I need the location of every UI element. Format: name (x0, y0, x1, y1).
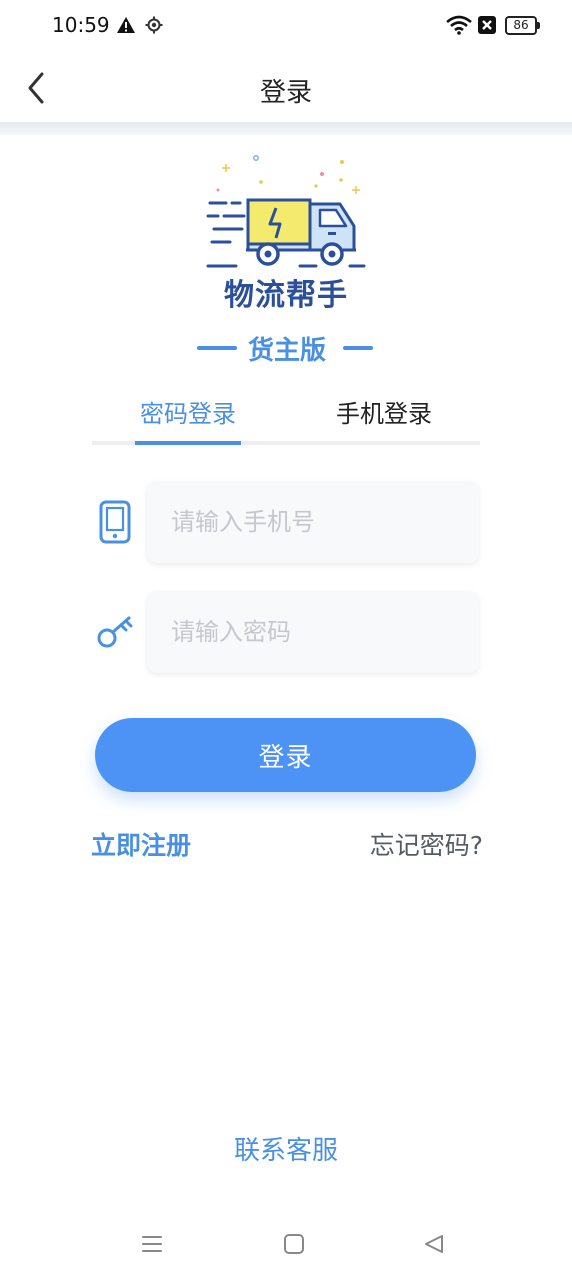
register-link[interactable]: 立即注册 (91, 826, 191, 862)
login-tabs: 密码登录 手机登录 (92, 388, 480, 446)
header-divider (0, 122, 572, 135)
back-icon[interactable] (422, 1232, 446, 1260)
status-time: 10:59 (52, 13, 110, 37)
edition-label: 货主版 (247, 336, 326, 366)
edition-dash-left (197, 346, 237, 350)
key-icon (96, 614, 136, 654)
phone-field[interactable] (147, 481, 479, 563)
home-icon[interactable] (282, 1232, 306, 1260)
battery-icon: 86 (505, 16, 541, 35)
edition-dash-right (343, 346, 373, 350)
login-button[interactable]: 登录 (95, 718, 476, 792)
menu-icon[interactable] (140, 1232, 164, 1260)
battery-level: 86 (513, 18, 529, 32)
password-field[interactable] (147, 591, 479, 673)
forgot-password-link[interactable]: 忘记密码? (300, 826, 483, 862)
title-bar: 登录 (0, 52, 572, 124)
password-input[interactable] (171, 618, 461, 646)
phone-icon (98, 500, 132, 548)
location-icon (145, 16, 163, 38)
wifi-icon (446, 15, 472, 39)
sim-blocked-icon (477, 15, 497, 39)
page-title: 登录 (259, 78, 312, 108)
system-nav-bar (0, 1218, 572, 1280)
contact-support-link[interactable]: 联系客服 (0, 1130, 572, 1167)
tab-active-indicator (135, 441, 241, 445)
status-bar: 10:59 86 (0, 0, 572, 52)
phone-input[interactable] (171, 508, 461, 536)
warning-icon (116, 16, 136, 38)
tab-phone-login[interactable]: 手机登录 (332, 388, 436, 444)
edition-badge: 货主版 (196, 330, 376, 366)
brand-name: 物流帮手 (224, 278, 348, 313)
tab-password-login[interactable]: 密码登录 (134, 388, 242, 444)
